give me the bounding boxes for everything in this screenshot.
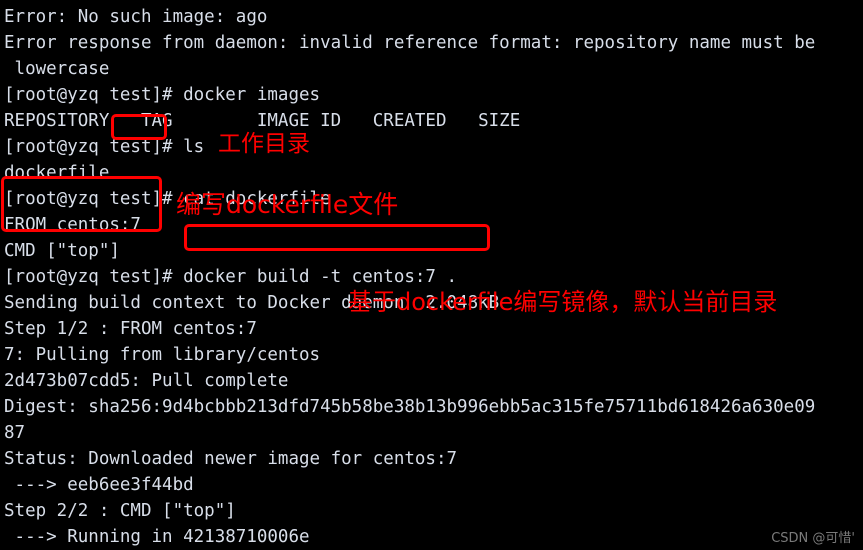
terminal-line: CMD ["top"] xyxy=(4,241,120,261)
terminal-window[interactable]: Error: No such image: ago Error response… xyxy=(0,0,863,550)
terminal-line: Error response from daemon: invalid refe… xyxy=(4,33,816,53)
terminal-line: 7: Pulling from library/centos xyxy=(4,345,321,365)
terminal-line: 87 xyxy=(4,423,26,443)
annotation-working-directory: 工作目录 xyxy=(218,131,310,157)
terminal-line: [root@yzq test]# ls xyxy=(4,137,205,157)
terminal-line: lowercase xyxy=(4,59,110,79)
terminal-line: [root@yzq test]# docker images xyxy=(4,85,321,105)
terminal-line: FROM centos:7 xyxy=(4,215,141,235)
terminal-line: [root@yzq test]# cat dockerfile xyxy=(4,189,331,209)
annotation-build-image: 基于dockerfile编写镜像，默认当前目录 xyxy=(348,288,778,316)
terminal-line: ---> eeb6ee3f44bd xyxy=(4,475,194,495)
watermark: CSDN @可惜' xyxy=(771,531,855,546)
annotation-write-dockerfile: 编写dockerfile文件 xyxy=(176,190,399,219)
terminal-line: Step 2/2 : CMD ["top"] xyxy=(4,501,236,521)
terminal-line: Error: No such image: ago xyxy=(4,7,268,27)
terminal-line: 2d473b07cdd5: Pull complete xyxy=(4,371,289,391)
terminal-line: dockerfile xyxy=(4,163,110,183)
terminal-line: Digest: sha256:9d4bcbbb213dfd745b58be38b… xyxy=(4,397,816,417)
terminal-line: Status: Downloaded newer image for cento… xyxy=(4,449,458,469)
terminal-line: Step 1/2 : FROM centos:7 xyxy=(4,319,257,339)
terminal-line: REPOSITORY TAG IMAGE ID CREATED SIZE xyxy=(4,111,521,131)
terminal-line: ---> Running in 42138710006e xyxy=(4,527,310,547)
